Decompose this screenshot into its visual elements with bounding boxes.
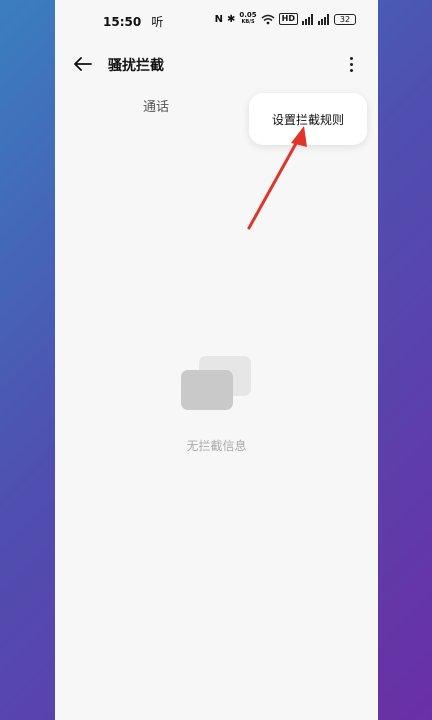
empty-state-text: 无拦截信息 xyxy=(186,439,247,453)
empty-messages-icon xyxy=(181,356,251,410)
phone-screen: 15:50 听 N ✱ 0.05 KB/S HD 32 骚扰拦截 通话 设置拦截… xyxy=(55,0,378,720)
